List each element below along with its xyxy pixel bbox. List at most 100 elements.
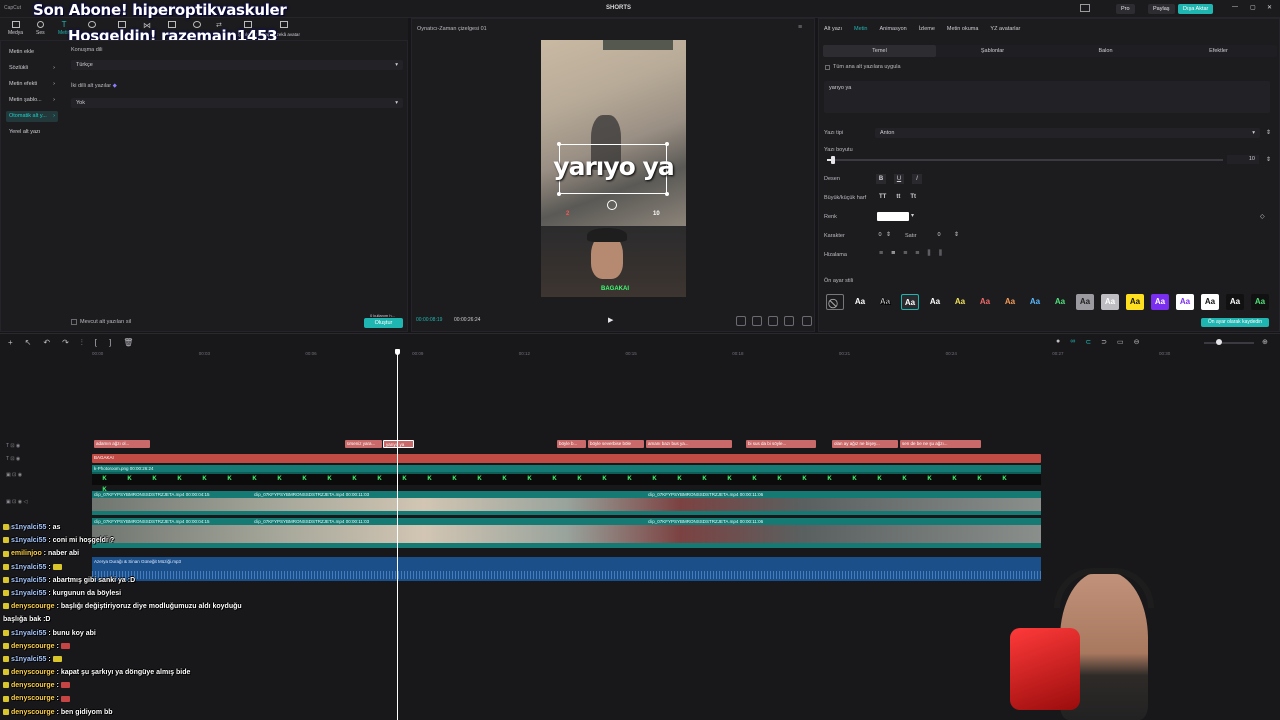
track-header-video-a[interactable]: ▣ ⊡ ◉ ◁: [6, 496, 27, 509]
preset-style[interactable]: Aa: [851, 294, 869, 310]
maximize-icon[interactable]: ▢: [1250, 4, 1256, 11]
menu-icon[interactable]: ≡: [798, 24, 802, 31]
save-preset-button[interactable]: Ön ayar olarak kaydedin: [1201, 318, 1269, 327]
preset-style[interactable]: Aa: [951, 294, 969, 310]
keyframe-icon[interactable]: ◇: [1260, 213, 1265, 220]
preset-style[interactable]: Aa: [1051, 294, 1069, 310]
preset-style[interactable]: Aa: [1176, 294, 1194, 310]
zoom-out-icon[interactable]: ⊖: [1134, 338, 1140, 346]
resize-handle[interactable]: [557, 192, 561, 196]
split-right-icon[interactable]: ]: [109, 338, 111, 348]
preset-style[interactable]: Aa: [1251, 294, 1269, 310]
zoom-slider[interactable]: [1204, 339, 1254, 345]
stepper-icon[interactable]: ⇕: [1266, 129, 1271, 136]
delete-icon[interactable]: 🗑: [123, 338, 133, 348]
clear-captions-checkbox[interactable]: [71, 319, 77, 325]
menu-text-template[interactable]: Metin şablo... ›: [6, 95, 58, 106]
text-input[interactable]: yarıyo ya: [824, 81, 1270, 113]
split-icon[interactable]: ⫶: [81, 338, 83, 348]
mic-icon[interactable]: ●: [1056, 338, 1060, 346]
select-icon[interactable]: ↖: [25, 338, 32, 348]
aspect-icon[interactable]: [784, 316, 794, 326]
tab-subtitle[interactable]: Alt yazı: [824, 26, 842, 32]
italic-icon[interactable]: I: [912, 174, 922, 184]
preset-style[interactable]: Aa: [876, 294, 894, 310]
zoom-slider-thumb[interactable]: [1216, 339, 1222, 345]
size-slider[interactable]: [827, 156, 1223, 164]
text-clip[interactable]: böyle severbise böle: [588, 440, 644, 448]
preset-style[interactable]: Aa: [926, 294, 944, 310]
preset-style[interactable]: Aa: [1101, 294, 1119, 310]
color-swatch[interactable]: [877, 212, 909, 221]
fullscreen-icon[interactable]: [802, 316, 812, 326]
menu-dictionary[interactable]: Sözlükli ›: [6, 63, 58, 74]
close-icon[interactable]: ✕: [1267, 4, 1272, 11]
generate-button[interactable]: Oluştur: [364, 318, 403, 328]
stepper-icon[interactable]: ⇕: [1266, 156, 1271, 163]
underline-icon[interactable]: U: [894, 174, 904, 184]
subtab-templates[interactable]: Şablonlar: [936, 45, 1049, 57]
subtab-basic[interactable]: Temel: [823, 45, 936, 57]
tab-animation[interactable]: Animasyon: [880, 26, 907, 32]
title-clip[interactable]: BAGAKAI: [92, 454, 1041, 463]
text-clip-selected[interactable]: yarıyo ya: [383, 440, 414, 448]
chevron-down-icon[interactable]: ▾: [911, 212, 914, 219]
stepper-icon[interactable]: ⇕: [886, 231, 891, 238]
add-icon[interactable]: +: [8, 338, 13, 348]
time-ruler[interactable]: 00:00 00:03 00:06 00:09 00:12 00:15 00:18 00:21…: [92, 351, 1280, 361]
align-vertical-center-icon[interactable]: ⫼: [939, 250, 942, 258]
text-clip[interactable]: adamın ağzı ol...: [94, 440, 150, 448]
video-preview[interactable]: yarıyo ya 2 10 BAGAKAI: [541, 40, 686, 297]
align-left-icon[interactable]: ≡: [879, 250, 883, 258]
lowercase-icon[interactable]: tt: [896, 194, 900, 200]
bilingual-select[interactable]: Yok ▾: [71, 98, 403, 108]
menu-auto-caption[interactable]: Otomatik alt y... ›: [6, 111, 58, 122]
track-header-text[interactable]: T ⊡ ◉: [6, 440, 27, 453]
menu-text-effect[interactable]: Metin efekti ›: [6, 79, 58, 90]
align-justify-icon[interactable]: ≡: [915, 250, 919, 258]
track-header-image[interactable]: ▣ ⊡ ◉: [6, 469, 27, 482]
undo-icon[interactable]: ↶: [43, 338, 50, 348]
snap-icon[interactable]: ⊃: [1101, 338, 1107, 346]
text-clip[interactable]: ürseniz yara...: [345, 440, 382, 448]
titlecase-icon[interactable]: Tt: [910, 194, 916, 200]
line-input[interactable]: 0: [924, 231, 954, 240]
preset-style[interactable]: Aa: [1201, 294, 1219, 310]
zoom-in-icon[interactable]: ⊕: [1262, 338, 1268, 346]
bold-icon[interactable]: B: [876, 174, 886, 184]
uppercase-icon[interactable]: TT: [879, 194, 886, 200]
align-center-icon[interactable]: ≡: [891, 250, 895, 258]
video-thumbnails[interactable]: [92, 498, 1041, 511]
tab-tracking[interactable]: İzleme: [919, 26, 935, 32]
playhead-handle[interactable]: [395, 349, 400, 355]
pro-badge[interactable]: Pro: [1116, 4, 1135, 14]
zoom-fit-icon[interactable]: [768, 316, 778, 326]
text-clip[interactable]: böyle b...: [557, 440, 586, 448]
speech-lang-select[interactable]: Türkçe ▾: [71, 60, 403, 70]
play-icon[interactable]: ▶: [608, 316, 613, 324]
text-clip[interactable]: olan ay ağız ne bişey...: [832, 440, 898, 448]
resize-handle[interactable]: [665, 142, 669, 146]
apply-all-checkbox[interactable]: [825, 65, 830, 70]
tab-ai-avatars[interactable]: YZ avatarlar: [990, 26, 1020, 32]
tool-audio[interactable]: Ses: [36, 21, 45, 36]
preset-style[interactable]: Aa: [1026, 294, 1044, 310]
ai-icon[interactable]: [280, 21, 288, 28]
link-icon[interactable]: ∞: [1070, 338, 1075, 346]
resize-handle[interactable]: [557, 142, 561, 146]
size-input[interactable]: 10: [1227, 155, 1259, 164]
text-clip[interactable]: amanı bazı bus ya...: [646, 440, 732, 448]
preset-none-icon[interactable]: ⃠: [826, 294, 844, 310]
resize-handle[interactable]: [665, 192, 669, 196]
preset-style[interactable]: Aa: [1151, 294, 1169, 310]
magnet-icon[interactable]: ⊂: [1085, 338, 1091, 346]
share-button[interactable]: Paylaş: [1148, 4, 1175, 14]
minimize-icon[interactable]: —: [1232, 4, 1238, 10]
tool-media[interactable]: Medya: [8, 21, 23, 36]
text-clip[interactable]: bi sus da bi söyle...: [746, 440, 816, 448]
preview-icon[interactable]: ▭: [1117, 338, 1124, 346]
tab-tts[interactable]: Metin okuma: [947, 26, 979, 32]
preset-style[interactable]: Aa: [1076, 294, 1094, 310]
preset-style[interactable]: Aa: [976, 294, 994, 310]
playhead[interactable]: [397, 351, 398, 720]
